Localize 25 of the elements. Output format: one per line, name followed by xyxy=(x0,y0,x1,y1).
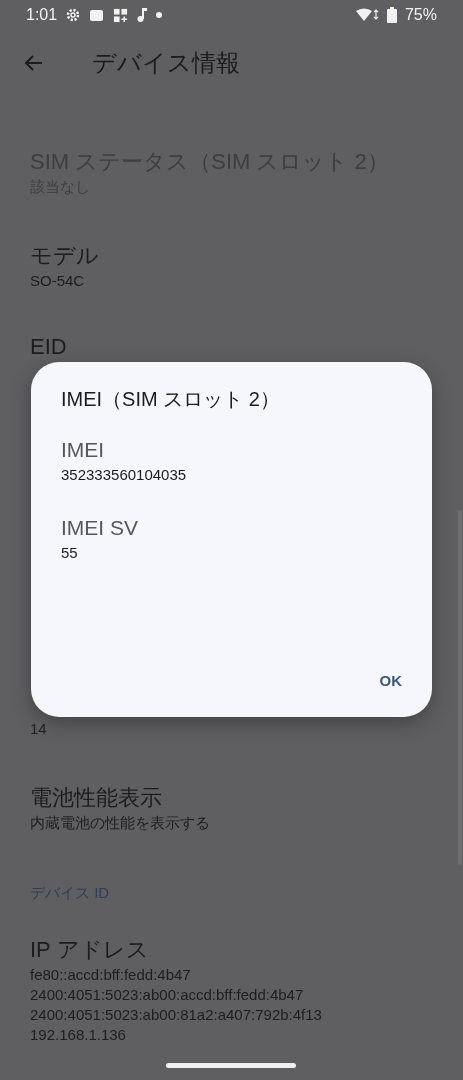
app-bar-title: デバイス情報 xyxy=(92,48,240,78)
grid-plus-icon xyxy=(113,7,129,23)
field-label: IMEI xyxy=(61,437,105,463)
dialog-title: IMEI（SIM スロット 2） xyxy=(61,387,281,412)
status-time: 1:01 xyxy=(26,6,58,24)
ok-button[interactable]: OK xyxy=(369,664,412,697)
app-notification-icon xyxy=(89,7,106,23)
setting-summary: SO-54C xyxy=(30,271,85,291)
music-note-icon xyxy=(136,7,149,23)
battery-percent: 75% xyxy=(404,6,437,24)
setting-title[interactable]: 電池性能表示 xyxy=(30,783,162,813)
dot-icon xyxy=(156,12,163,18)
setting-title[interactable]: IP アドレス xyxy=(30,935,149,965)
setting-title[interactable]: EID xyxy=(30,335,67,359)
setting-summary: fe80::accd:bff:fedd:4b47 2400:4051:5023:ab00:accd:bff:fedd:4b47 2400:4051:5023:ab00:81a2:a407:792b:4f13 192.168.1.136 xyxy=(30,965,322,1045)
setting-summary: 内蔵電池の性能を表示する xyxy=(30,813,210,833)
navigation-handle[interactable] xyxy=(166,1063,296,1068)
gear-icon xyxy=(65,7,82,23)
field-value: 55 xyxy=(61,543,78,563)
battery-icon xyxy=(386,7,397,23)
field-value: 352333560104035 xyxy=(61,465,187,485)
wifi-icon xyxy=(354,8,379,22)
field-label: IMEI SV xyxy=(61,515,139,541)
setting-title[interactable]: モデル xyxy=(30,241,99,271)
setting-summary: 14 xyxy=(30,719,47,739)
